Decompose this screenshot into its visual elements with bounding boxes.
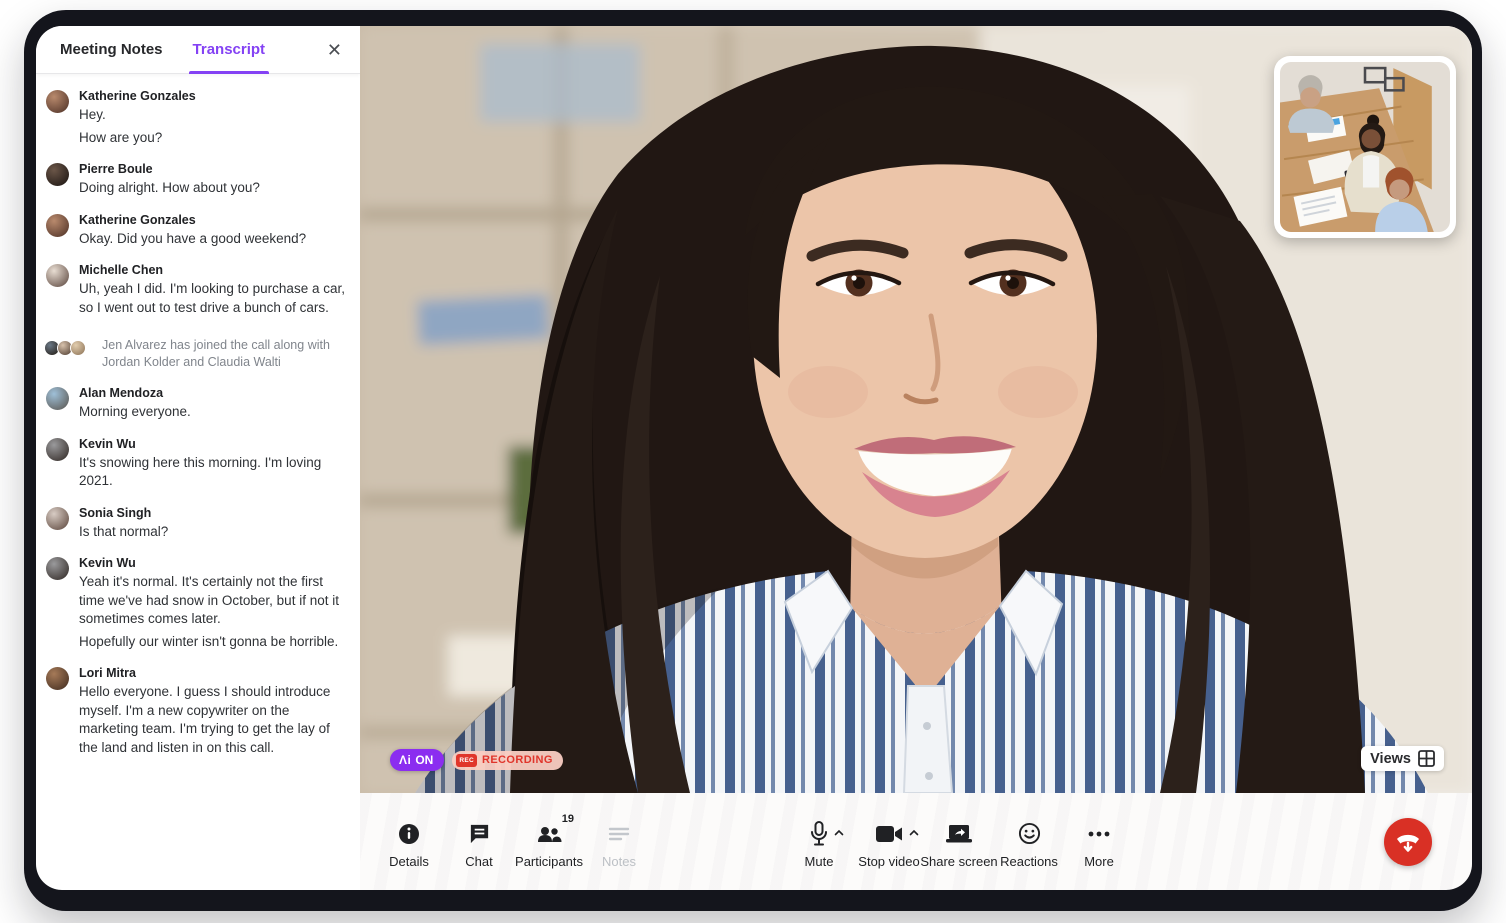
- share-screen-icon: [945, 821, 973, 847]
- avatar: [46, 557, 69, 580]
- reactions-button[interactable]: Reactions: [994, 793, 1064, 890]
- app-stage: Meeting Notes Transcript ✕ Katherine Gon…: [0, 0, 1506, 923]
- recording-badge: REC RECORDING: [452, 751, 562, 770]
- avatar: [46, 667, 69, 690]
- speaker-name: Katherine Gonzales: [79, 213, 306, 227]
- transcript-list[interactable]: Katherine Gonzales Hey. How are you? Pier…: [36, 75, 360, 890]
- views-button[interactable]: Views: [1361, 746, 1444, 771]
- speaker-name: Alan Mendoza: [79, 386, 191, 400]
- transcript-entry: Kevin Wu It's snowing here this morning.…: [46, 437, 346, 495]
- chat-label: Chat: [465, 854, 492, 869]
- transcript-entry: Sonia Singh Is that normal?: [46, 506, 346, 546]
- stop-video-button[interactable]: Stop video: [854, 793, 924, 890]
- rec-icon: REC: [456, 754, 477, 767]
- speaker-name: Kevin Wu: [79, 556, 346, 570]
- recording-label: RECORDING: [482, 754, 553, 766]
- speaker-name: Lori Mitra: [79, 666, 346, 680]
- pip-thumbnail[interactable]: [1274, 56, 1456, 238]
- grid-view-icon: [1418, 750, 1435, 767]
- joined-avatars: [44, 340, 94, 356]
- tab-transcript[interactable]: Transcript: [193, 26, 266, 74]
- message-text: Okay. Did you have a good weekend?: [79, 230, 306, 249]
- message-text: How are you?: [79, 129, 196, 148]
- more-dots-icon: [1088, 821, 1110, 847]
- close-icon[interactable]: ✕: [327, 41, 342, 59]
- transcript-entry: Katherine Gonzales Okay. Did you have a …: [46, 213, 346, 253]
- ai-toggle-badge[interactable]: Λi ON: [390, 749, 444, 771]
- microphone-icon: [810, 821, 828, 847]
- message-text: Doing alright. How about you?: [79, 179, 260, 198]
- pip-room-image: [1280, 62, 1450, 232]
- transcript-entry: Katherine Gonzales Hey. How are you?: [46, 89, 346, 151]
- avatar: [46, 90, 69, 113]
- participants-label: Participants: [515, 854, 583, 869]
- message-text: Morning everyone.: [79, 403, 191, 422]
- participants-count: 19: [562, 813, 574, 825]
- share-screen-label: Share screen: [920, 854, 997, 869]
- transcript-entry: Lori Mitra Hello everyone. I guess I sho…: [46, 666, 346, 761]
- details-label: Details: [389, 854, 429, 869]
- share-screen-button[interactable]: Share screen: [924, 793, 994, 890]
- speaker-name: Pierre Boule: [79, 162, 260, 176]
- camera-icon: [875, 821, 903, 847]
- avatar: [46, 163, 69, 186]
- message-text: Hello everyone. I guess I should introdu…: [79, 683, 346, 757]
- transcript-system-entry: Jen Alvarez has joined the call along wi…: [46, 337, 346, 371]
- avatar: [46, 387, 69, 410]
- speaker-name: Michelle Chen: [79, 263, 346, 277]
- system-message: Jen Alvarez has joined the call along wi…: [102, 337, 342, 371]
- info-icon: [398, 821, 420, 847]
- more-label: More: [1084, 854, 1114, 869]
- stop-video-label: Stop video: [858, 854, 919, 869]
- video-options-caret[interactable]: [909, 829, 919, 836]
- side-panel: Meeting Notes Transcript ✕ Katherine Gon…: [36, 26, 360, 890]
- chat-button[interactable]: Chat: [444, 793, 514, 890]
- mute-options-caret[interactable]: [834, 829, 844, 836]
- mute-button[interactable]: Mute: [784, 793, 854, 890]
- transcript-entry: Alan Mendoza Morning everyone.: [46, 386, 346, 426]
- avatar: [46, 438, 69, 461]
- tab-meeting-notes[interactable]: Meeting Notes: [60, 26, 163, 74]
- message-text: Yeah it's normal. It's certainly not the…: [79, 573, 346, 629]
- meeting-window: Meeting Notes Transcript ✕ Katherine Gon…: [24, 10, 1482, 911]
- message-text: It's snowing here this morning. I'm lovi…: [79, 454, 346, 491]
- more-button[interactable]: More: [1064, 793, 1134, 890]
- participants-icon: 19: [536, 821, 562, 847]
- hangup-phone-icon: [1394, 828, 1422, 856]
- side-panel-header: Meeting Notes Transcript ✕: [36, 26, 360, 74]
- main-video-feed: Λi ON REC RECORDING Views: [360, 26, 1472, 793]
- smiley-icon: [1018, 821, 1041, 847]
- hangup-button[interactable]: [1384, 818, 1432, 866]
- call-controls-toolbar: Details Chat 19: [360, 793, 1472, 890]
- notes-label: Notes: [602, 854, 636, 869]
- avatar: [46, 507, 69, 530]
- speaker-name: Katherine Gonzales: [79, 89, 196, 103]
- transcript-entry: Michelle Chen Uh, yeah I did. I'm lookin…: [46, 263, 346, 321]
- notes-icon: [607, 821, 631, 847]
- details-button[interactable]: Details: [374, 793, 444, 890]
- ai-on-label: ON: [415, 753, 433, 767]
- views-label: Views: [1370, 751, 1411, 767]
- ai-logo: Λi: [399, 753, 411, 767]
- avatar: [46, 214, 69, 237]
- chat-icon: [468, 821, 491, 847]
- transcript-entry: Kevin Wu Yeah it's normal. It's certainl…: [46, 556, 346, 655]
- speaker-name: Kevin Wu: [79, 437, 346, 451]
- notes-button: Notes: [584, 793, 654, 890]
- speaker-name: Sonia Singh: [79, 506, 168, 520]
- transcript-entry: Pierre Boule Doing alright. How about yo…: [46, 162, 346, 202]
- message-text: Is that normal?: [79, 523, 168, 542]
- message-text: Hey.: [79, 106, 196, 125]
- message-text: Hopefully our winter isn't gonna be horr…: [79, 633, 346, 652]
- message-text: Uh, yeah I did. I'm looking to purchase …: [79, 280, 346, 317]
- reactions-label: Reactions: [1000, 854, 1058, 869]
- avatar: [46, 264, 69, 287]
- participants-button[interactable]: 19 Participants: [514, 793, 584, 890]
- joined-avatar: [70, 340, 86, 356]
- mute-label: Mute: [805, 854, 834, 869]
